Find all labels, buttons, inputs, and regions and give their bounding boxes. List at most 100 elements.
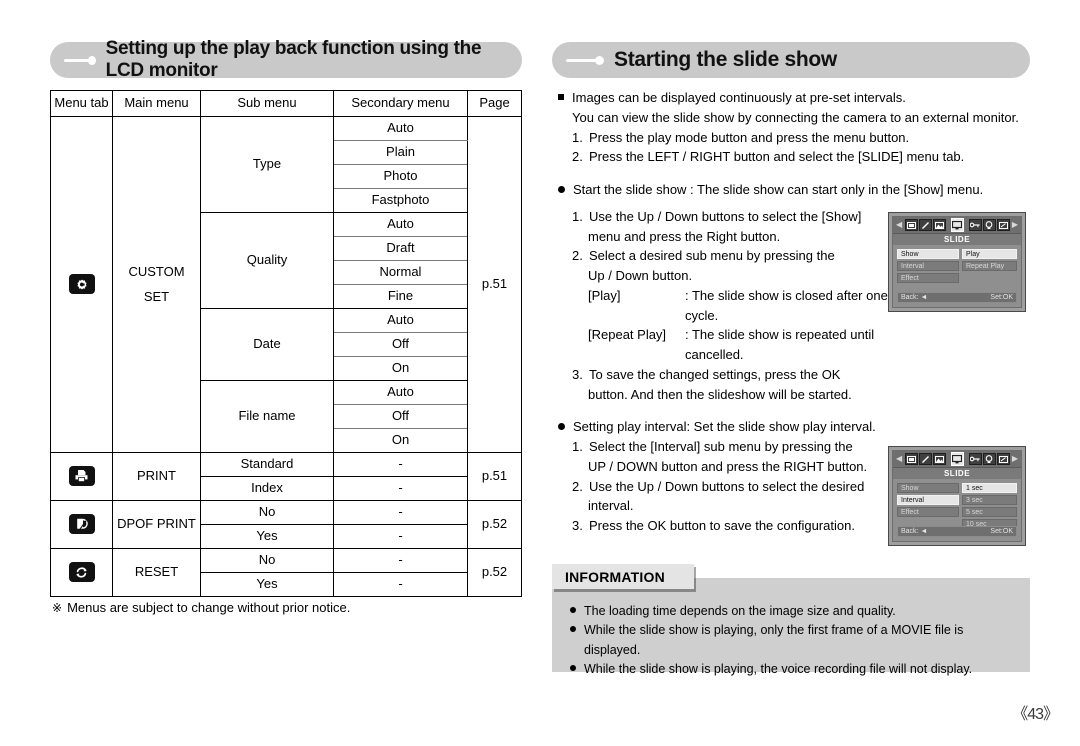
sub-menu-cell: File name: [200, 380, 334, 453]
start-step-3-cont: button. And then the slideshow will be s…: [588, 386, 852, 402]
lcd-footer-2: Back: ◄ Set:OK: [897, 526, 1017, 537]
interval-step-2-number: 2.: [572, 478, 583, 494]
left-arrow-icon: ◀: [896, 220, 903, 229]
intro-bullet-text: Images can be displayed continuously at …: [572, 90, 906, 105]
lcd1-option-repeat-play[interactable]: Repeat Play: [962, 261, 1017, 271]
lcd1-option-play[interactable]: Play: [962, 249, 1017, 259]
lcd2-option-5sec[interactable]: 5 sec: [962, 507, 1017, 517]
menu-structure-table: Menu tab Main menu Sub menu Secondary me…: [50, 90, 522, 597]
start-step-3: 3. To save the changed settings, press t…: [572, 365, 1032, 385]
lcd-footer-1: Back: ◄ Set:OK: [897, 292, 1017, 303]
repeat-play-definition-row: [Repeat Play] : The slide show is repeat…: [588, 325, 1032, 345]
page-ref-cell: p.52: [467, 548, 522, 597]
manual-page: Setting up the play back function using …: [0, 0, 1080, 746]
intro-step-2-text: Press the LEFT / RIGHT button and select…: [589, 149, 965, 165]
information-tab: INFORMATION: [552, 564, 694, 589]
sub-menu-cell: Yes: [200, 524, 334, 549]
sub-menu-cell: No: [200, 500, 334, 525]
lcd1-item-effect[interactable]: Effect: [897, 273, 959, 283]
footnote-text: Menus are subject to change without prio…: [67, 600, 351, 615]
table-footnote: ※ Menus are subject to change without pri…: [52, 600, 350, 615]
intro-step-1-number: 1.: [572, 129, 583, 145]
tab-edit-pencil-icon[interactable]: [918, 453, 932, 465]
tab-landscape-icon[interactable]: [932, 219, 946, 231]
tab-slide-monitor-icon[interactable]: [950, 218, 964, 232]
sub-menu-cell: Date: [200, 308, 334, 381]
information-list: The loading time depends on the image si…: [570, 602, 1018, 680]
left-header-title: Setting up the play back function using …: [105, 38, 482, 81]
lcd-body-1: Show Interval Effect Play Repeat Play: [893, 245, 1021, 283]
main-menu-cell: CUSTOM SET: [112, 116, 201, 453]
information-box: INFORMATION The loading time depends on …: [552, 564, 1030, 676]
sub-menu-cell: Index: [200, 476, 334, 501]
page-ref-cell: p.51: [467, 116, 522, 453]
secondary-menu-cell: Photo: [333, 164, 468, 189]
start-step-2-number: 2.: [572, 248, 583, 264]
secondary-menu-cell: Off: [333, 332, 468, 357]
start-step-1-text: Use the Up / Down buttons to select the …: [589, 208, 862, 224]
secondary-menu-cell: Auto: [333, 380, 468, 405]
footnote-mark-icon: ※: [52, 601, 63, 615]
start-step-2-text: Select a desired sub menu by pressing th…: [589, 248, 835, 264]
lcd2-option-1sec[interactable]: 1 sec: [962, 483, 1017, 493]
lcd-right-menu-2: 1 sec 3 sec 5 sec 10 sec: [962, 483, 1017, 529]
print-icon: [68, 466, 95, 487]
col-menu-tab: Menu tab: [50, 90, 113, 117]
intro-block: Images can be displayed continuously at …: [552, 88, 1032, 167]
start-step-3-number: 3.: [572, 366, 583, 382]
lcd-tab-bar-2: ◀ ▶: [893, 451, 1021, 468]
main-menu-label: DPOF PRINT: [117, 516, 196, 532]
tab-picture-icon[interactable]: [904, 453, 918, 465]
secondary-menu-cell: Auto: [333, 116, 468, 141]
sub-menu-cell: Standard: [200, 452, 334, 477]
secondary-menu-cell: Off: [333, 404, 468, 429]
tab-key-icon[interactable]: [968, 453, 982, 465]
col-sub-menu: Sub menu: [200, 90, 334, 117]
tab-bulb-icon[interactable]: [982, 219, 996, 231]
tab-slide-monitor-icon[interactable]: [950, 452, 964, 466]
intro-step-2-number: 2.: [572, 149, 583, 165]
left-arrow-icon: ◀: [896, 454, 903, 463]
lcd2-item-effect[interactable]: Effect: [897, 507, 959, 517]
information-item-text: While the slide show is playing, the voi…: [584, 662, 973, 677]
right-arrow-icon: ▶: [1011, 454, 1018, 463]
intro-step-1-text: Press the play mode button and press the…: [589, 129, 910, 145]
tab-bulb-icon[interactable]: [982, 453, 996, 465]
table-header-row: Menu tab Main menu Sub menu Secondary me…: [50, 90, 522, 117]
col-main-menu: Main menu: [112, 90, 201, 117]
dpof-print-icon: [68, 514, 95, 535]
main-menu-cell: DPOF PRINT: [112, 500, 201, 549]
lcd1-back-label: Back: ◄: [901, 294, 928, 301]
right-arrow-icon: ▶: [1011, 220, 1018, 229]
lcd2-option-3sec[interactable]: 3 sec: [962, 495, 1017, 505]
tab-edit-pencil-icon[interactable]: [918, 219, 932, 231]
start-heading-row: Start the slide show : The slide show ca…: [552, 180, 1032, 200]
lcd2-item-interval[interactable]: Interval: [897, 495, 959, 505]
secondary-menu-cell: On: [333, 356, 468, 381]
tab-picture-icon[interactable]: [904, 219, 918, 231]
tab-settings-icon[interactable]: [996, 453, 1010, 465]
lcd1-item-show[interactable]: Show: [897, 249, 959, 259]
lcd-screenshot-show-menu: ◀ ▶ SLIDE Show Interval Effect Play Repe…: [888, 212, 1026, 312]
right-header-title: Starting the slide show: [614, 48, 837, 71]
intro-step-1: 1. Press the play mode button and press …: [572, 128, 1032, 148]
tab-key-icon[interactable]: [968, 219, 982, 231]
lcd-screenshot-interval-menu: ◀ ▶ SLIDE Show Interval Effect 1 sec 3 s…: [888, 446, 1026, 546]
header-dash-icon: [566, 58, 598, 62]
main-menu-label: PRINT: [137, 468, 176, 484]
information-item: The loading time depends on the image si…: [570, 602, 1018, 621]
lcd2-item-show[interactable]: Show: [897, 483, 959, 493]
interval-step-1-number: 1.: [572, 439, 583, 454]
information-item: While the slide show is playing, only th…: [570, 621, 1018, 640]
information-item-text: While the slide show is playing, only th…: [584, 623, 964, 638]
lcd-title-1: SLIDE: [893, 234, 1021, 245]
information-item-cont: displayed.: [584, 642, 641, 657]
tab-landscape-icon[interactable]: [932, 453, 946, 465]
lcd-tab-bar-1: ◀ ▶: [893, 217, 1021, 234]
main-menu-cell: RESET: [112, 548, 201, 597]
secondary-menu-cell: Fastphoto: [333, 188, 468, 213]
tab-settings-icon[interactable]: [996, 219, 1010, 231]
lcd1-item-interval[interactable]: Interval: [897, 261, 959, 271]
menu-tab-cell: [50, 452, 113, 501]
